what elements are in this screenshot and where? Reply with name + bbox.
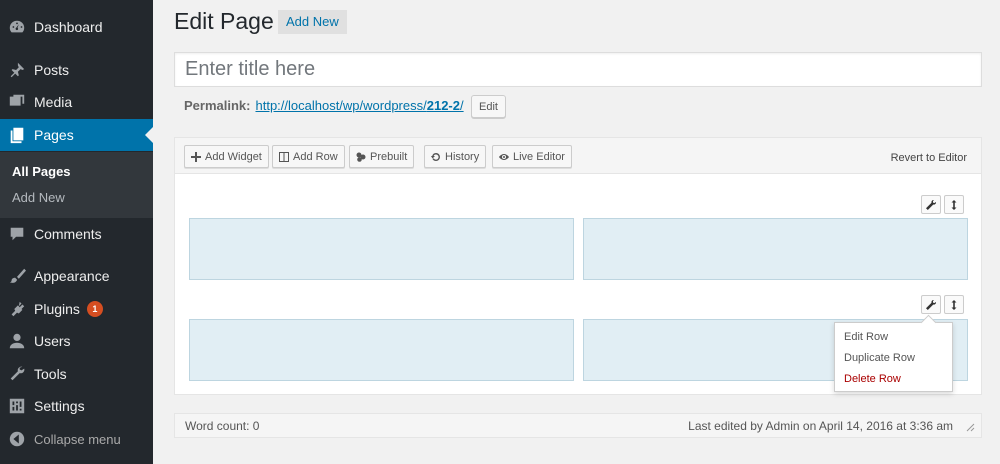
revert-to-editor-link[interactable]: Revert to Editor [891, 152, 967, 164]
menu-label: Posts [34, 62, 70, 78]
history-label: History [445, 150, 480, 163]
user-icon [0, 332, 34, 350]
collapse-menu-button[interactable]: Collapse menu [0, 423, 153, 455]
edit-row-menu-item[interactable]: Edit Row [844, 331, 888, 343]
menu-label: Users [34, 333, 71, 349]
vertical-move-icon [951, 299, 957, 310]
menu-item-plugins[interactable]: Plugins 1 [0, 293, 153, 325]
row-1-move-handle[interactable] [944, 195, 964, 214]
eye-icon [499, 152, 509, 162]
update-count-badge: 1 [86, 301, 103, 317]
comment-icon [0, 225, 34, 243]
row-2-tools [921, 295, 964, 314]
permalink-label: Permalink: [184, 98, 251, 113]
wrench-icon [926, 299, 936, 310]
media-icon [0, 93, 34, 111]
columns-icon [279, 151, 289, 162]
plugin-icon [0, 300, 34, 318]
row-2-cell-1[interactable] [189, 319, 574, 381]
menu-item-dashboard[interactable]: Dashboard [0, 11, 153, 43]
word-count: Word count: 0 [185, 419, 260, 433]
permalink-url-end: / [459, 98, 464, 113]
dashboard-icon [0, 18, 34, 36]
duplicate-row-menu-item[interactable]: Duplicate Row [844, 352, 915, 364]
menu-label: Pages [34, 127, 74, 143]
add-row-label: Add Row [293, 150, 338, 163]
menu-item-tools[interactable]: Tools [0, 358, 153, 390]
menu-item-appearance[interactable]: Appearance [0, 260, 153, 292]
brush-icon [0, 267, 34, 285]
page-title: Edit Page [174, 8, 274, 34]
menu-label: Comments [34, 226, 102, 242]
row-2-edit-button[interactable] [921, 295, 941, 314]
row-2-move-handle[interactable] [944, 295, 964, 314]
submenu-all-pages[interactable]: All Pages [12, 164, 71, 179]
permalink-slug: 212-2 [426, 98, 460, 113]
edit-permalink-button[interactable]: Edit [471, 95, 506, 118]
undo-icon [431, 152, 441, 162]
history-button[interactable]: History [424, 145, 487, 168]
menu-label: Plugins [34, 301, 80, 317]
collapse-label: Collapse menu [34, 431, 121, 447]
menu-label: Tools [34, 366, 67, 382]
wrench-icon [926, 199, 936, 210]
row-options-dropdown: Edit Row Duplicate Row Delete Row [834, 322, 953, 392]
vertical-move-icon [951, 199, 957, 210]
row-1-edit-button[interactable] [921, 195, 941, 214]
menu-label: Dashboard [34, 19, 103, 35]
add-widget-button[interactable]: Add Widget [184, 145, 269, 168]
live-editor-label: Live Editor [513, 150, 565, 163]
builder-toolbar: Add Widget Add Row Prebuilt History Live… [175, 138, 981, 174]
delete-row-menu-item[interactable]: Delete Row [844, 373, 901, 385]
collapse-arrow-icon [0, 430, 34, 448]
permalink-url-base: http://localhost/wp/wordpress/ [255, 98, 427, 113]
row-1-cell-2[interactable] [583, 218, 968, 280]
post-status-info: Word count: 0 Last edited by Admin on Ap… [174, 413, 982, 438]
live-editor-button[interactable]: Live Editor [492, 145, 572, 168]
pin-icon [0, 61, 34, 79]
admin-sidebar: Dashboard Posts Media Pages All Pages Ad… [0, 0, 153, 464]
pages-submenu: All Pages Add New [0, 152, 153, 218]
settings-icon [0, 397, 34, 415]
permalink-url[interactable]: http://localhost/wp/wordpress/212-2/ [255, 98, 463, 113]
menu-item-media[interactable]: Media [0, 86, 153, 118]
prebuilt-label: Prebuilt [370, 150, 408, 163]
prebuilt-icon [356, 152, 366, 162]
add-widget-label: Add Widget [205, 150, 262, 163]
menu-item-users[interactable]: Users [0, 325, 153, 357]
main-content: Edit Page Add New Permalink: http://loca… [153, 0, 1000, 464]
resize-handle-icon[interactable] [966, 423, 975, 432]
permalink-row: Permalink: http://localhost/wp/wordpress… [184, 98, 464, 113]
title-input[interactable] [174, 52, 982, 87]
menu-label: Appearance [34, 268, 110, 284]
row-1-cell-1[interactable] [189, 218, 574, 280]
last-edited: Last edited by Admin on April 14, 2016 a… [688, 419, 953, 433]
menu-item-settings[interactable]: Settings [0, 390, 153, 422]
menu-label: Settings [34, 398, 85, 414]
menu-label: Media [34, 94, 73, 110]
menu-item-posts[interactable]: Posts [0, 54, 153, 86]
row-1-tools [921, 195, 964, 214]
menu-item-pages[interactable]: Pages [0, 119, 153, 151]
plus-icon [191, 151, 201, 162]
add-new-button[interactable]: Add New [278, 10, 347, 34]
submenu-add-new[interactable]: Add New [12, 190, 65, 205]
pages-icon [0, 126, 34, 144]
add-row-button[interactable]: Add Row [272, 145, 345, 168]
prebuilt-button[interactable]: Prebuilt [349, 145, 415, 168]
menu-item-comments[interactable]: Comments [0, 218, 153, 250]
wrench-icon [0, 365, 34, 383]
